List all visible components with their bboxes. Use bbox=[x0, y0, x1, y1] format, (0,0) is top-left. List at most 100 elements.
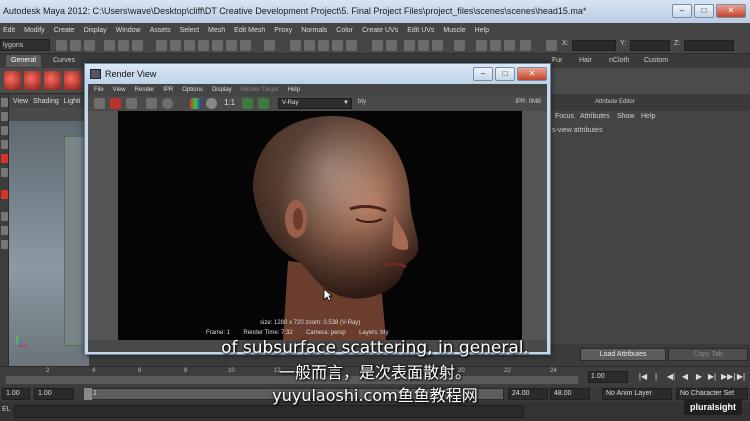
layout-four-icon[interactable] bbox=[1, 226, 8, 235]
shelf-tab-general[interactable]: General bbox=[6, 55, 41, 67]
manipulator-tool-icon[interactable] bbox=[1, 190, 8, 199]
shelf-tool-icon[interactable] bbox=[44, 71, 61, 90]
y-field[interactable] bbox=[630, 40, 670, 51]
shelf-tab-curves[interactable]: Curves bbox=[48, 55, 80, 67]
real-size-button[interactable]: 1:1 bbox=[224, 98, 235, 107]
snap-point-icon[interactable] bbox=[318, 40, 329, 51]
rv-menu-display[interactable]: Display bbox=[212, 87, 232, 93]
shelf-tab-ncloth[interactable]: nCloth bbox=[609, 55, 629, 67]
toggle-channel-box-icon[interactable] bbox=[504, 40, 515, 51]
ae-menu-help[interactable]: Help bbox=[641, 113, 655, 120]
toggle-sidebar-icon[interactable] bbox=[476, 40, 487, 51]
render-view-title-bar[interactable]: Render View – □ ✕ bbox=[85, 64, 550, 84]
menu-edit-mesh[interactable]: Edit Mesh bbox=[234, 27, 265, 34]
rv-menu-help[interactable]: Help bbox=[288, 87, 300, 93]
menu-modify[interactable]: Modify bbox=[24, 27, 45, 34]
menu-color[interactable]: Color bbox=[336, 27, 353, 34]
save-scene-icon[interactable] bbox=[84, 40, 95, 51]
menu-edit-uvs[interactable]: Edit UVs bbox=[407, 27, 434, 34]
menu-muscle[interactable]: Muscle bbox=[443, 27, 465, 34]
toggle-layer-editor-icon[interactable] bbox=[520, 40, 531, 51]
toggle-tool-settings-icon[interactable] bbox=[490, 40, 501, 51]
history-icon[interactable] bbox=[372, 40, 383, 51]
x-field[interactable] bbox=[572, 40, 616, 51]
render-view-maximize-button[interactable]: □ bbox=[495, 67, 515, 81]
menu-mesh[interactable]: Mesh bbox=[208, 27, 225, 34]
paint-tool-icon[interactable] bbox=[1, 126, 8, 135]
shelf-tab-hair[interactable]: Hair bbox=[579, 55, 592, 67]
rv-menu-view[interactable]: View bbox=[113, 87, 126, 93]
remove-image-icon[interactable] bbox=[258, 98, 269, 109]
select-handles-icon[interactable] bbox=[156, 40, 167, 51]
rv-menu-render-target[interactable]: Render Target bbox=[241, 87, 279, 93]
live-surface-icon[interactable] bbox=[346, 40, 357, 51]
render-frame-icon[interactable] bbox=[404, 40, 415, 51]
menu-select[interactable]: Select bbox=[180, 27, 199, 34]
minimize-button[interactable]: – bbox=[672, 4, 692, 18]
select-surfaces-icon[interactable] bbox=[198, 40, 209, 51]
snap-curve-icon[interactable] bbox=[304, 40, 315, 51]
menu-normals[interactable]: Normals bbox=[301, 27, 327, 34]
viewport-menu-view[interactable]: View bbox=[13, 98, 28, 105]
alpha-channel-icon[interactable] bbox=[206, 98, 217, 109]
menu-window[interactable]: Window bbox=[116, 27, 141, 34]
input-ops-icon[interactable] bbox=[454, 40, 465, 51]
select-component-icon[interactable] bbox=[132, 40, 143, 51]
select-rendering-icon[interactable] bbox=[240, 40, 251, 51]
select-dynamics-icon[interactable] bbox=[226, 40, 237, 51]
shelf-tool-icon[interactable] bbox=[24, 71, 41, 90]
menu-create[interactable]: Create bbox=[54, 27, 75, 34]
menu-set-select[interactable]: lygons bbox=[0, 39, 50, 51]
shelf-tool-icon[interactable] bbox=[4, 71, 21, 90]
menu-help[interactable]: Help bbox=[475, 27, 489, 34]
rv-menu-ipr[interactable]: IPR bbox=[163, 87, 173, 93]
ae-menu-focus[interactable]: Focus bbox=[555, 113, 574, 120]
ae-menu-attributes[interactable]: Attributes bbox=[580, 113, 610, 120]
ae-menu-show[interactable]: Show bbox=[617, 113, 635, 120]
command-input[interactable] bbox=[14, 405, 524, 418]
ipr-render-icon[interactable] bbox=[418, 40, 429, 51]
menu-edit[interactable]: Edit bbox=[3, 27, 15, 34]
construction-history-icon[interactable] bbox=[386, 40, 397, 51]
keep-image-icon[interactable] bbox=[242, 98, 253, 109]
menu-proxy[interactable]: Proxy bbox=[274, 27, 292, 34]
snap-grid-icon[interactable] bbox=[290, 40, 301, 51]
rotate-tool-icon[interactable] bbox=[1, 154, 8, 163]
snap-plane-icon[interactable] bbox=[332, 40, 343, 51]
select-tool-icon[interactable] bbox=[1, 98, 8, 107]
render-view-canvas[interactable]: size: 1280 x 720 zoom: 0.538 (V-Ray) Fra… bbox=[88, 111, 547, 340]
rv-menu-options[interactable]: Options bbox=[182, 87, 203, 93]
menu-display[interactable]: Display bbox=[84, 27, 107, 34]
move-tool-icon[interactable] bbox=[1, 140, 8, 149]
select-object-icon[interactable] bbox=[118, 40, 129, 51]
snapshot-icon[interactable] bbox=[126, 98, 137, 109]
open-scene-icon[interactable] bbox=[70, 40, 81, 51]
rv-menu-render[interactable]: Render bbox=[135, 87, 155, 93]
command-type-label[interactable]: EL bbox=[2, 406, 11, 413]
redo-render-icon[interactable] bbox=[94, 98, 105, 109]
viewport-menu-lighting[interactable]: Lighti bbox=[64, 98, 81, 105]
layout-two-icon[interactable] bbox=[1, 240, 8, 249]
rv-menu-file[interactable]: File bbox=[94, 87, 104, 93]
render-view-minimize-button[interactable]: – bbox=[473, 67, 493, 81]
render-region-icon[interactable] bbox=[146, 98, 157, 109]
close-button[interactable]: ✕ bbox=[716, 4, 746, 18]
select-deformations-icon[interactable] bbox=[212, 40, 223, 51]
select-hierarchy-icon[interactable] bbox=[104, 40, 115, 51]
transform-mode-icon[interactable] bbox=[546, 40, 557, 51]
shelf-tab-custom[interactable]: Custom bbox=[644, 55, 668, 67]
render-settings-icon[interactable] bbox=[432, 40, 443, 51]
shelf-tab-fur[interactable]: Fur bbox=[552, 55, 563, 67]
new-scene-icon[interactable] bbox=[56, 40, 67, 51]
ipr-render-icon[interactable] bbox=[110, 98, 121, 109]
viewport-menu-shading[interactable]: Shading bbox=[33, 98, 59, 105]
refresh-icon[interactable] bbox=[162, 98, 173, 109]
select-curves-icon[interactable] bbox=[184, 40, 195, 51]
shelf-tool-icon[interactable] bbox=[64, 71, 81, 90]
renderer-select[interactable]: V-Ray ▼ bbox=[278, 98, 352, 109]
maximize-button[interactable]: □ bbox=[694, 4, 714, 18]
menu-assets[interactable]: Assets bbox=[150, 27, 171, 34]
lock-selection-icon[interactable] bbox=[264, 40, 275, 51]
menu-create-uvs[interactable]: Create UVs bbox=[362, 27, 398, 34]
render-view-close-button[interactable]: ✕ bbox=[517, 67, 547, 81]
